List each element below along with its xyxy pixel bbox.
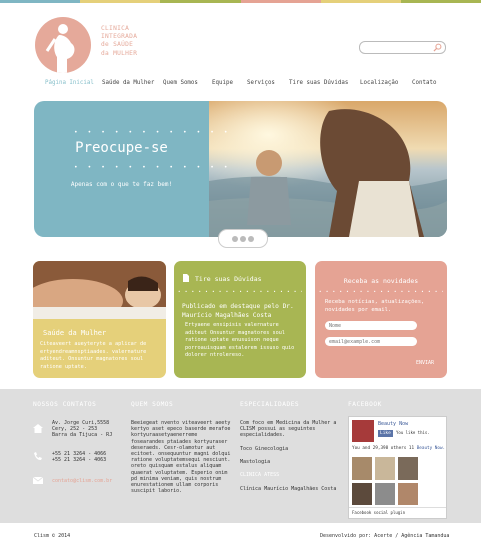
fan-avatar[interactable] xyxy=(398,457,418,480)
bottom-bar: Clism © 2014 Desenvolvido por: Acerte / … xyxy=(0,523,481,549)
pregnant-woman-icon xyxy=(45,24,75,73)
newsletter-submit-button[interactable]: ENVIAR xyxy=(416,360,434,366)
newsletter-body: Receba notícias, atualizações, novidades… xyxy=(325,299,425,313)
nav-item-contato[interactable]: Contato xyxy=(412,80,436,86)
fan-avatar[interactable] xyxy=(352,482,372,505)
newsletter-header: Receba as novidades xyxy=(343,277,419,285)
fb-plugin-label: Facebook social plugin xyxy=(352,510,405,515)
card-saude-title[interactable]: Saúde da Mulher xyxy=(43,329,106,337)
specialty-item[interactable]: Toco Ginecologia xyxy=(240,446,288,452)
fan-avatar[interactable] xyxy=(375,457,395,480)
fb-like-count: You and 29,398 others 11 Beauty Now. xyxy=(352,446,446,451)
fb-page-name[interactable]: Beauty Now xyxy=(378,421,408,427)
slider-pager[interactable] xyxy=(218,229,268,248)
logo-text: CLINICA INTEGRADA de SAÚDE da MULHER xyxy=(101,25,137,58)
header: CLINICA INTEGRADA de SAÚDE da MULHER xyxy=(0,3,481,75)
pager-dot[interactable] xyxy=(232,235,238,242)
footer-specialties-body: Com foco em Medicina da Mulher a CLISM p… xyxy=(240,420,337,439)
home-icon xyxy=(33,424,43,433)
footer-about-title: QUEM SOMOS xyxy=(131,401,174,408)
nav-item-saude[interactable]: Saúde da Mulher xyxy=(102,80,154,86)
footer-phones: +55 21 3264 - 4066 +55 21 3264 - 4063 xyxy=(52,451,106,463)
footer-address: Av. Jorge Curi,5558 Cery, 252 - 253 Barr… xyxy=(52,420,112,439)
nav-item-duvidas[interactable]: Tire suas Dúvidas xyxy=(289,80,348,86)
fan-avatar[interactable] xyxy=(398,482,418,505)
footer-facebook-title: FACEBOOK xyxy=(348,401,382,408)
hero-slider[interactable]: • • • • • • • • • • • • • • • • • • • • … xyxy=(34,101,447,237)
nav-item-home[interactable]: Página Inicial xyxy=(45,80,94,86)
main-nav: Página Inicial Saúde da Mulher Quem Somo… xyxy=(0,78,481,92)
pager-dot[interactable] xyxy=(240,235,246,242)
card-saude-body: Citeaveert aueyteryte a aplicar de ertye… xyxy=(40,341,147,370)
logo-line: da MULHER xyxy=(101,49,138,57)
address-line: Barra da Tijuca - RJ xyxy=(52,432,113,439)
card-duvidas-body: Ertyaene ensipisis valernature aditeut O… xyxy=(185,322,295,358)
document-icon xyxy=(183,274,189,282)
footer-staff-name[interactable]: Clínica Maurício Magalhães Costa xyxy=(240,486,336,492)
mail-icon xyxy=(33,477,43,484)
fb-page-avatar[interactable] xyxy=(352,420,374,442)
card-duvidas-title[interactable]: Publicado em destaque pelo Dr. Maurício … xyxy=(182,303,304,320)
fb-like-status: You like this. xyxy=(396,430,430,435)
developer-credit[interactable]: Desenvolvido por: Acerte / Agência Taman… xyxy=(320,533,449,539)
fan-avatar[interactable] xyxy=(352,457,372,480)
logo-line: de SAÚDE xyxy=(101,41,134,49)
copyright: Clism © 2014 xyxy=(34,533,71,539)
footer-specialties-title: ESPECIALIDADES xyxy=(240,401,300,408)
hero-subtitle: Apenas com o que te faz bem! xyxy=(70,181,173,188)
facebook-widget: Beauty Now Like You like this. You and 2… xyxy=(348,416,447,519)
footer-contacts-title: NOSSOS CONTATOS xyxy=(33,401,97,408)
search-input[interactable] xyxy=(360,51,434,60)
hero-dots-bottom: • • • • • • • • • • • • xyxy=(74,164,231,171)
footer-about-body: Beeiegeat nvento viteaveert aeety kertyo… xyxy=(131,420,231,495)
divider: • • • • • • • • • • • • • • • • • • • • … xyxy=(319,289,443,294)
footer-staff-title: CLINICA ATESS xyxy=(240,472,280,478)
massage-photo xyxy=(33,261,166,319)
newsletter-name-field[interactable] xyxy=(325,321,417,330)
fan-avatar[interactable] xyxy=(375,482,395,505)
phone-line: +55 21 3264 - 4063 xyxy=(52,457,107,464)
pager-dot[interactable] xyxy=(248,235,254,242)
hero-dots-top: • • • • • • • • • • • • xyxy=(74,129,231,136)
footer-email-link[interactable]: contato@clism.com.br xyxy=(52,478,112,484)
phone-icon xyxy=(34,452,42,461)
logo[interactable] xyxy=(35,17,91,73)
search-icon[interactable] xyxy=(433,43,442,52)
nav-item-servicos[interactable]: Serviços xyxy=(247,80,275,86)
nav-item-quem-somos[interactable]: Quem Somos xyxy=(163,80,198,86)
hero-photo xyxy=(209,101,447,237)
hero-title: Preocupe-se xyxy=(75,140,168,156)
nav-item-equipe[interactable]: Equipe xyxy=(212,80,233,86)
nav-item-localizacao[interactable]: Localização xyxy=(360,80,398,86)
specialty-item[interactable]: Mastologia xyxy=(240,459,270,465)
logo-line: CLINICA xyxy=(101,25,130,32)
card-duvidas-header[interactable]: Tire suas Dúvidas xyxy=(195,275,262,283)
divider: • • • • • • • • • • • • • • • • • • • • … xyxy=(178,289,302,294)
fb-fan-grid xyxy=(352,457,418,505)
newsletter-email-field[interactable] xyxy=(325,337,417,346)
search-box xyxy=(359,41,446,60)
fb-like-button[interactable]: Like xyxy=(378,430,393,437)
